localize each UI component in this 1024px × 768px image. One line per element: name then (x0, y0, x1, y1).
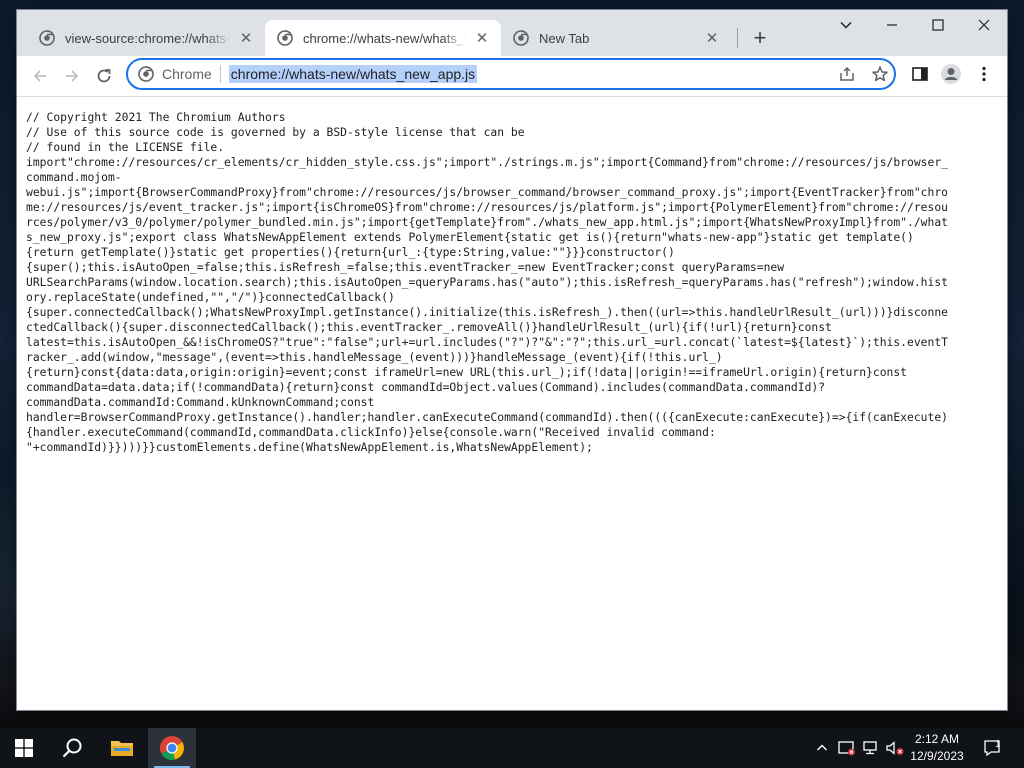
minimize-icon (887, 24, 897, 26)
code-line: {super.connectedCallback();WhatsNewProxy… (26, 305, 948, 319)
chrome-icon (277, 30, 293, 46)
code-line: // Use of this source code is governed b… (26, 125, 525, 139)
star-icon (872, 66, 888, 82)
menu-button[interactable] (972, 62, 996, 86)
side-panel-icon (912, 67, 928, 81)
taskbar-clock[interactable]: 2:12 AM 12/9/2023 (906, 731, 968, 765)
url-text[interactable]: chrome://whats-new/whats_new_app.js (228, 65, 478, 83)
new-tab-button[interactable]: + (746, 24, 774, 52)
chrome-icon (138, 66, 154, 82)
profile-icon (941, 64, 961, 84)
network-icon (863, 741, 877, 755)
chevron-up-icon (817, 744, 827, 751)
tab-strip: view-source:chrome://whats-new/whats_new… (17, 10, 1007, 56)
volume-button[interactable] (884, 728, 906, 768)
reload-button[interactable] (90, 62, 118, 90)
code-line: commandData=data.data;if(!commandData){r… (26, 380, 826, 394)
source-code: // Copyright 2021 The Chromium Authors//… (17, 97, 1007, 455)
close-icon[interactable]: ✕ (473, 29, 491, 47)
omnibox-divider (219, 65, 221, 83)
code-line: command.mojom- (26, 170, 122, 184)
code-line: ory.replaceState(undefined,"","/")}conne… (26, 290, 395, 304)
chrome-taskbar-button[interactable] (148, 728, 196, 768)
close-icon[interactable]: ✕ (237, 29, 255, 47)
tab-search-button[interactable] (823, 10, 869, 40)
minimize-button[interactable] (869, 10, 915, 40)
file-explorer-button[interactable] (98, 728, 146, 768)
notification-count: 1 (995, 739, 1001, 750)
chevron-down-icon (840, 21, 852, 29)
tray-overflow-button[interactable] (812, 728, 832, 768)
browser-window: view-source:chrome://whats-new/whats_new… (17, 10, 1007, 710)
tray-app-button[interactable] (836, 728, 858, 768)
taskbar: 2:12 AM 12/9/2023 1 (0, 728, 1024, 768)
code-line: s_new_proxy.js";export class WhatsNewApp… (26, 230, 914, 244)
search-button[interactable] (48, 728, 96, 768)
chrome-icon (159, 736, 184, 760)
volume-muted-icon (886, 741, 904, 755)
close-window-button[interactable] (961, 10, 1007, 40)
chrome-icon (39, 30, 55, 46)
code-line: {handler.executeCommand(commandId,comman… (26, 425, 716, 439)
side-panel-button[interactable] (908, 62, 932, 86)
tab-view-source[interactable]: view-source:chrome://whats-new/whats_new… (27, 20, 265, 56)
code-line: handler=BrowserCommandProxy.getInstance(… (26, 410, 948, 424)
kebab-menu-icon (982, 66, 986, 82)
close-icon[interactable]: ✕ (703, 29, 721, 47)
clock-time: 2:12 AM (914, 732, 960, 746)
code-line: {return}const{data:data,origin:origin}=e… (26, 365, 908, 379)
tab-whats-new-app[interactable]: chrome://whats-new/whats_new_app.js ✕ (265, 20, 501, 56)
maximize-button[interactable] (915, 10, 961, 40)
chrome-icon (513, 30, 529, 46)
code-line: "+commandId)}})))}}customElements.define… (26, 440, 593, 454)
forward-button[interactable] (58, 62, 86, 90)
tab-title: chrome://whats-new/whats_new_app.js (303, 30, 467, 46)
profile-button[interactable] (939, 62, 963, 86)
share-icon (840, 66, 854, 81)
security-warning-icon (838, 741, 855, 756)
code-line: {return getTemplate()}static get propert… (26, 245, 675, 259)
tab-title: New Tab (539, 30, 590, 46)
folder-icon (111, 741, 133, 756)
tab-title: view-source:chrome://whats-new/whats_new… (65, 30, 231, 46)
code-line: // Copyright 2021 The Chromium Authors (26, 110, 286, 124)
close-icon (978, 19, 990, 31)
tab-new-tab[interactable]: New Tab ✕ (501, 20, 731, 56)
start-button[interactable] (0, 728, 48, 768)
code-line: me://resources/js/event_tracker.js";impo… (26, 200, 948, 214)
back-button[interactable] (26, 62, 54, 90)
code-line: webui.js";import{BrowserCommandProxy}fro… (26, 185, 948, 199)
arrow-left-icon (33, 70, 46, 82)
search-icon (62, 738, 82, 758)
code-line: URLSearchParams(window.location.search);… (26, 275, 948, 289)
arrow-right-icon (66, 70, 79, 82)
code-line: {super();this.isAutoOpen_=false;this.isR… (26, 260, 785, 274)
code-line: ctedCallback(){super.disconnectedCallbac… (26, 320, 832, 334)
code-line: latest=this.isAutoOpen_&&!isChromeOS?"tr… (26, 335, 948, 349)
browser-toolbar: Chrome chrome://whats-new/whats_new_app.… (17, 56, 1007, 97)
address-bar[interactable]: Chrome chrome://whats-new/whats_new_app.… (126, 58, 896, 90)
bookmark-button[interactable] (868, 62, 892, 86)
maximize-icon (932, 19, 944, 31)
share-button[interactable] (835, 62, 859, 86)
notification-center-button[interactable]: 1 (978, 728, 1008, 768)
chip-label: Chrome (162, 66, 212, 82)
windows-logo-icon (15, 739, 33, 757)
code-line: commandData.commandId:Command.kUnknownCo… (26, 395, 375, 409)
page-content: // Copyright 2021 The Chromium Authors//… (17, 97, 1007, 710)
code-line: racker_.add(window,"message",(event=>thi… (26, 350, 723, 364)
reload-icon (97, 69, 111, 83)
code-line: // found in the LICENSE file. (26, 140, 225, 154)
network-button[interactable] (860, 728, 882, 768)
clock-date: 12/9/2023 (910, 749, 964, 763)
tab-separator (737, 28, 738, 48)
code-line: rces/polymer/v3_0/polymer/polymer_bundle… (26, 215, 948, 229)
code-line: import"chrome://resources/cr_elements/cr… (26, 155, 948, 169)
site-info-chip[interactable]: Chrome (128, 60, 220, 88)
